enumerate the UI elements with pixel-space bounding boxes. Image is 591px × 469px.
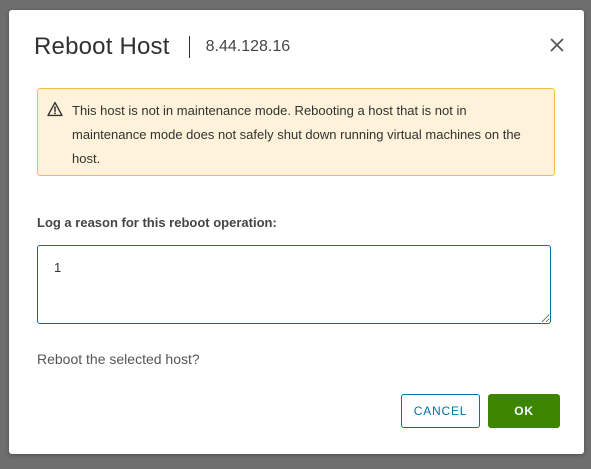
reboot-host-dialog: Reboot Host 8.44.128.16 This host is not… — [9, 10, 584, 454]
maintenance-warning-alert: This host is not in maintenance mode. Re… — [37, 88, 555, 176]
ok-button[interactable]: OK — [488, 394, 560, 428]
title-divider — [188, 36, 190, 58]
confirmation-question: Reboot the selected host? — [37, 351, 200, 367]
reason-label: Log a reason for this reboot operation: — [37, 215, 277, 230]
warning-triangle-icon — [47, 101, 63, 117]
cancel-button[interactable]: CANCEL — [401, 394, 480, 428]
reason-input[interactable]: 1 — [37, 245, 551, 324]
dialog-title: Reboot Host — [34, 33, 170, 60]
close-icon — [550, 38, 564, 52]
dialog-header: Reboot Host 8.44.128.16 — [34, 32, 290, 62]
host-address: 8.44.128.16 — [205, 38, 291, 55]
warning-message: This host is not in maintenance mode. Re… — [72, 103, 521, 166]
close-button[interactable] — [548, 36, 566, 54]
